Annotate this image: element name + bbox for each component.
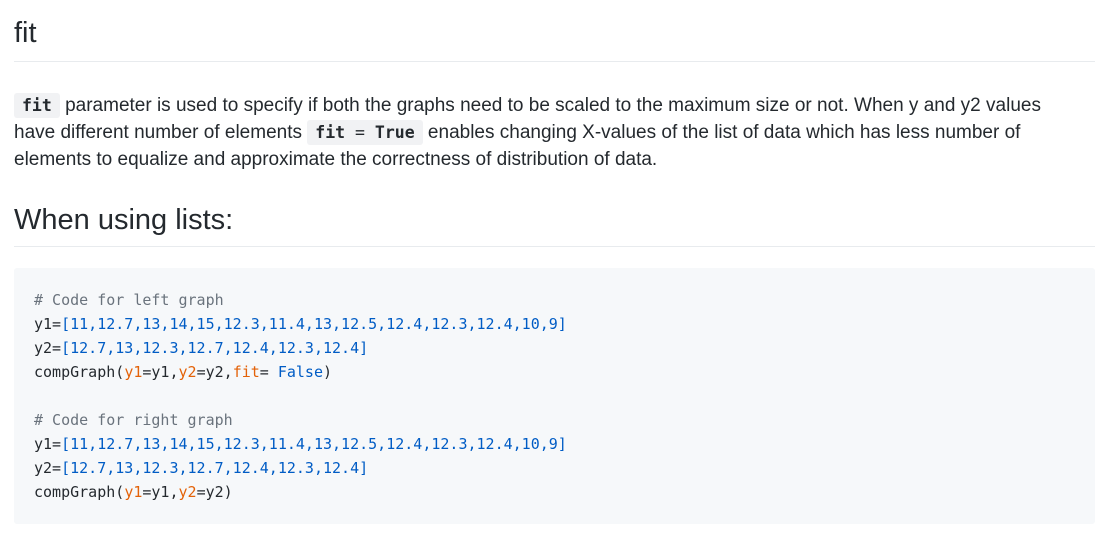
inline-code-fit-true: fit = True — [307, 120, 423, 145]
inline-code-fit-name: fit — [315, 123, 346, 142]
inline-code-fit: fit — [14, 93, 60, 118]
code-line-left-comment: # Code for left graph — [34, 291, 224, 309]
code-line-left-y2: y2=[12.7,13,12.3,12.7,12.4,12.3,12.4] — [34, 339, 369, 357]
inline-code-fit-value: True — [374, 123, 415, 142]
code-line-left-y1: y1=[11,12.7,13,14,15,12.3,11.4,13,12.5,1… — [34, 315, 567, 333]
code-block[interactable]: # Code for left graph y1=[11,12.7,13,14,1… — [14, 268, 1095, 524]
code-line-right-y2: y2=[12.7,13,12.3,12.7,12.4,12.3,12.4] — [34, 459, 369, 477]
inline-code-fit-op: = — [345, 123, 375, 142]
code-line-right-comment: # Code for right graph — [34, 411, 233, 429]
title-divider — [14, 61, 1095, 62]
description-paragraph: fit parameter is used to specify if both… — [14, 92, 1084, 173]
subheading-divider — [14, 246, 1095, 247]
code-line-right-call: compGraph(y1=y1,y2=y2) — [34, 483, 233, 501]
code-line-left-call: compGraph(y1=y1,y2=y2,fit= False) — [34, 363, 333, 381]
subheading: When using lists: — [14, 204, 234, 236]
section-title: fit — [14, 17, 37, 49]
code-line-right-y1: y1=[11,12.7,13,14,15,12.3,11.4,13,12.5,1… — [34, 435, 567, 453]
